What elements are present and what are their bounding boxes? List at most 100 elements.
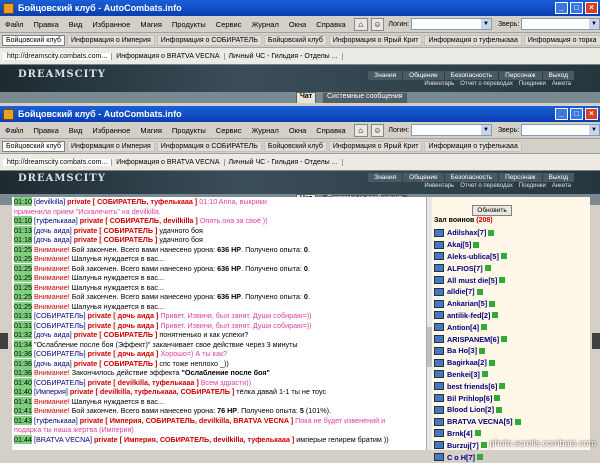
tab-fight-club[interactable]: Бойцовский клуб — [2, 141, 65, 152]
tab-system-messages[interactable]: Системные сообщения — [322, 92, 408, 103]
info-icon[interactable] — [481, 442, 487, 448]
player-name[interactable]: Bil Prihlop[6] — [447, 394, 492, 403]
list-item[interactable]: C o H[7] — [434, 451, 521, 463]
left-collapse-handle[interactable] — [0, 333, 8, 349]
nav-knowledge[interactable]: Знания — [368, 71, 402, 80]
menu-journal[interactable]: Журнал — [246, 20, 283, 29]
list-item[interactable]: Blood Lion[2] — [434, 404, 521, 416]
list-item[interactable]: ARISPANEM[6] — [434, 333, 521, 345]
home-icon[interactable]: ⌂ — [354, 124, 368, 137]
tab-fight-club[interactable]: Бойцовский клуб — [2, 35, 65, 46]
info-icon[interactable] — [515, 419, 521, 425]
tab-info-kritt[interactable]: Информация о Ярый Крит — [329, 35, 423, 46]
menu-edit[interactable]: Правка — [28, 20, 63, 29]
player-name[interactable]: Antion[4] — [447, 323, 479, 332]
maximize-icon[interactable]: □ — [570, 2, 583, 14]
menu-view[interactable]: Вид — [64, 126, 88, 135]
list-item[interactable]: best friends[6] — [434, 380, 521, 392]
list-item[interactable]: antilik-fed[2] — [434, 310, 521, 322]
menu-help[interactable]: Справка — [311, 126, 350, 135]
login-select[interactable]: ▼ — [411, 124, 492, 136]
list-item[interactable]: Antion[4] — [434, 321, 521, 333]
nav-profile[interactable]: Анкета — [549, 183, 574, 189]
info-icon[interactable] — [485, 265, 491, 271]
info-icon[interactable] — [488, 230, 494, 236]
tab-info-tufelka[interactable]: Информация о туфелькааа — [424, 35, 521, 46]
tab-fight-club-2[interactable]: Бойцовский клуб — [264, 35, 327, 46]
player-name[interactable]: All must die[5] — [447, 276, 497, 285]
list-item[interactable]: Akaj[5] — [434, 239, 521, 251]
tab-info-torka[interactable]: Информация о торка — [524, 35, 600, 46]
nav-transfers[interactable]: Отчет о переводах — [457, 183, 516, 189]
beast-select[interactable]: ▼ — [521, 18, 600, 30]
list-item[interactable]: ALFIOS[7] — [434, 262, 521, 274]
nav-character[interactable]: Персонаж — [499, 173, 541, 182]
player-name[interactable]: Akaj[5] — [447, 240, 471, 249]
player-name[interactable]: BRATVA VECNA[5] — [447, 417, 513, 426]
list-item[interactable]: Aleks-ublica[5] — [434, 251, 521, 263]
player-name[interactable]: Bagirkaa[2] — [447, 358, 487, 367]
chat-log[interactable]: 01:10 [devilkilla] private [ СОБИРАТЕЛЬ,… — [12, 197, 426, 450]
list-item[interactable]: Bil Prihlop[6] — [434, 392, 521, 404]
smile-icon[interactable]: ☺ — [371, 18, 385, 31]
tab-info-bratva[interactable]: Информация о BRATVA VECNA — [112, 53, 224, 60]
tab-info-imperia[interactable]: Информация о Империя — [67, 141, 155, 152]
nav-exit[interactable]: Выход — [543, 173, 574, 182]
maximize-icon[interactable]: □ — [570, 108, 583, 120]
menu-edit[interactable]: Правка — [28, 126, 63, 135]
info-icon[interactable] — [501, 253, 507, 259]
menu-service[interactable]: Сервис — [211, 20, 247, 29]
list-item[interactable]: Benkei[3] — [434, 369, 521, 381]
nav-social[interactable]: Общение — [403, 71, 444, 80]
menu-service[interactable]: Сервис — [211, 126, 247, 135]
list-item[interactable]: All must die[5] — [434, 274, 521, 286]
player-name[interactable]: Ba Ho[3] — [447, 346, 477, 355]
tab-info-tufelka[interactable]: Информация о туфелькааа — [424, 141, 521, 152]
info-icon[interactable] — [492, 312, 498, 318]
player-name[interactable]: ARISPANEM[6] — [447, 335, 499, 344]
info-icon[interactable] — [496, 407, 502, 413]
list-item[interactable]: alldie[7] — [434, 286, 521, 298]
menu-products[interactable]: Продукты — [167, 126, 211, 135]
tab-info-sobiratel[interactable]: Информация о СОБИРАТЕЛЬ — [157, 141, 262, 152]
menu-favorites[interactable]: Избранное — [87, 20, 135, 29]
tab-personal-list[interactable]: Личный ЧС - Гильдия - Отделы ... — [225, 159, 343, 166]
list-item[interactable]: Ba Ho[3] — [434, 345, 521, 357]
right-collapse-handle[interactable] — [592, 333, 600, 349]
menu-view[interactable]: Вид — [64, 20, 88, 29]
tab-info-imperia[interactable]: Информация о Империя — [67, 35, 155, 46]
nav-transfers[interactable]: Отчет о переводах — [457, 81, 516, 87]
menu-file[interactable]: Файл — [0, 20, 28, 29]
menu-windows[interactable]: Окна — [284, 126, 311, 135]
info-icon[interactable] — [482, 371, 488, 377]
smile-icon[interactable]: ☺ — [371, 124, 385, 137]
menu-file[interactable]: Файл — [0, 126, 28, 135]
menu-journal[interactable]: Журнал — [246, 126, 283, 135]
tab-dreamscity[interactable]: http://dreamscity.combats.com... — [3, 53, 112, 60]
nav-inventory[interactable]: Инвентарь — [421, 81, 457, 87]
tab-info-sobiratel[interactable]: Информация о СОБИРАТЕЛЬ — [157, 35, 262, 46]
refresh-button[interactable]: Обновить — [472, 205, 512, 216]
tab-dreamscity[interactable]: http://dreamscity.combats.com... — [3, 159, 112, 166]
player-name[interactable]: alldie[7] — [447, 287, 475, 296]
player-name[interactable]: Benkei[3] — [447, 370, 480, 379]
info-icon[interactable] — [489, 301, 495, 307]
nav-security[interactable]: Безопасность — [445, 71, 498, 80]
minimize-icon[interactable]: _ — [555, 108, 568, 120]
nav-profile[interactable]: Анкета — [549, 81, 574, 87]
player-name[interactable]: Aleks-ublica[5] — [447, 252, 499, 261]
nav-exit[interactable]: Выход — [543, 71, 574, 80]
menu-windows[interactable]: Окна — [284, 20, 311, 29]
info-icon[interactable] — [479, 348, 485, 354]
nav-social[interactable]: Общение — [403, 173, 444, 182]
list-item[interactable]: Bagirkaa[2] — [434, 357, 521, 369]
tab-info-kritt[interactable]: Информация о Ярый Крит — [329, 141, 423, 152]
menu-help[interactable]: Справка — [311, 20, 350, 29]
menu-magic[interactable]: Магия — [135, 126, 167, 135]
player-name[interactable]: antilik-fed[2] — [447, 311, 490, 320]
info-icon[interactable] — [501, 336, 507, 342]
player-name[interactable]: Blood Lion[2] — [447, 405, 494, 414]
menu-products[interactable]: Продукты — [167, 20, 211, 29]
nav-fights[interactable]: Поединки — [516, 81, 549, 87]
close-icon[interactable]: × — [585, 2, 598, 14]
